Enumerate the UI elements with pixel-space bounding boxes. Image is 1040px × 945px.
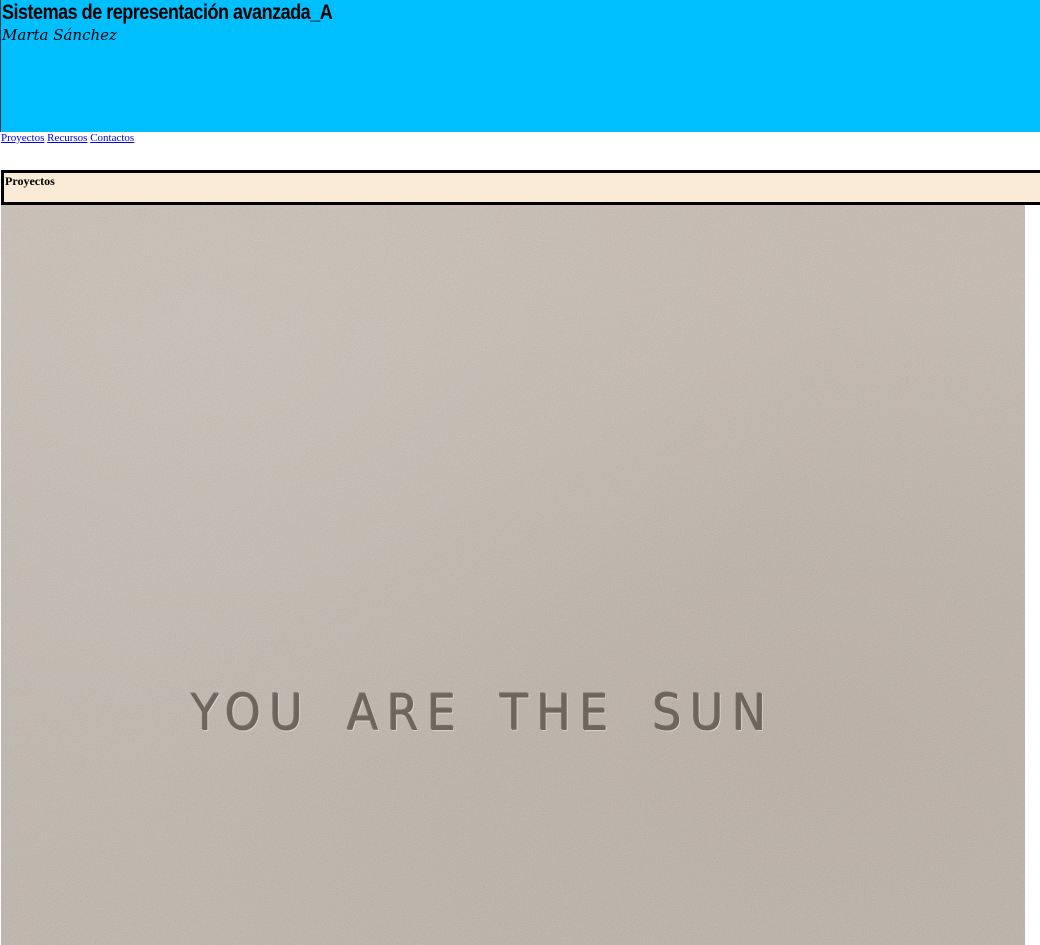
- nav-link-contactos[interactable]: Contactos: [90, 132, 134, 144]
- section-header-bar: Proyectos: [1, 170, 1040, 205]
- section-title: Proyectos: [5, 174, 55, 188]
- site-title: Sistemas de representación avanzada_A: [2, 1, 333, 24]
- paper-texture: [1, 205, 1025, 945]
- nav-link-proyectos[interactable]: Proyectos: [1, 132, 44, 144]
- site-header: Sistemas de representación avanzada_A Ma…: [0, 0, 1040, 132]
- main-nav: Proyectos Recursos Contactos: [1, 131, 134, 145]
- hero-embossed-text: YOU ARE THE SUN: [191, 684, 775, 742]
- nav-link-recursos[interactable]: Recursos: [47, 132, 87, 144]
- hero-image: YOU ARE THE SUN: [1, 205, 1025, 945]
- site-author: Marta Sánchez: [2, 26, 117, 44]
